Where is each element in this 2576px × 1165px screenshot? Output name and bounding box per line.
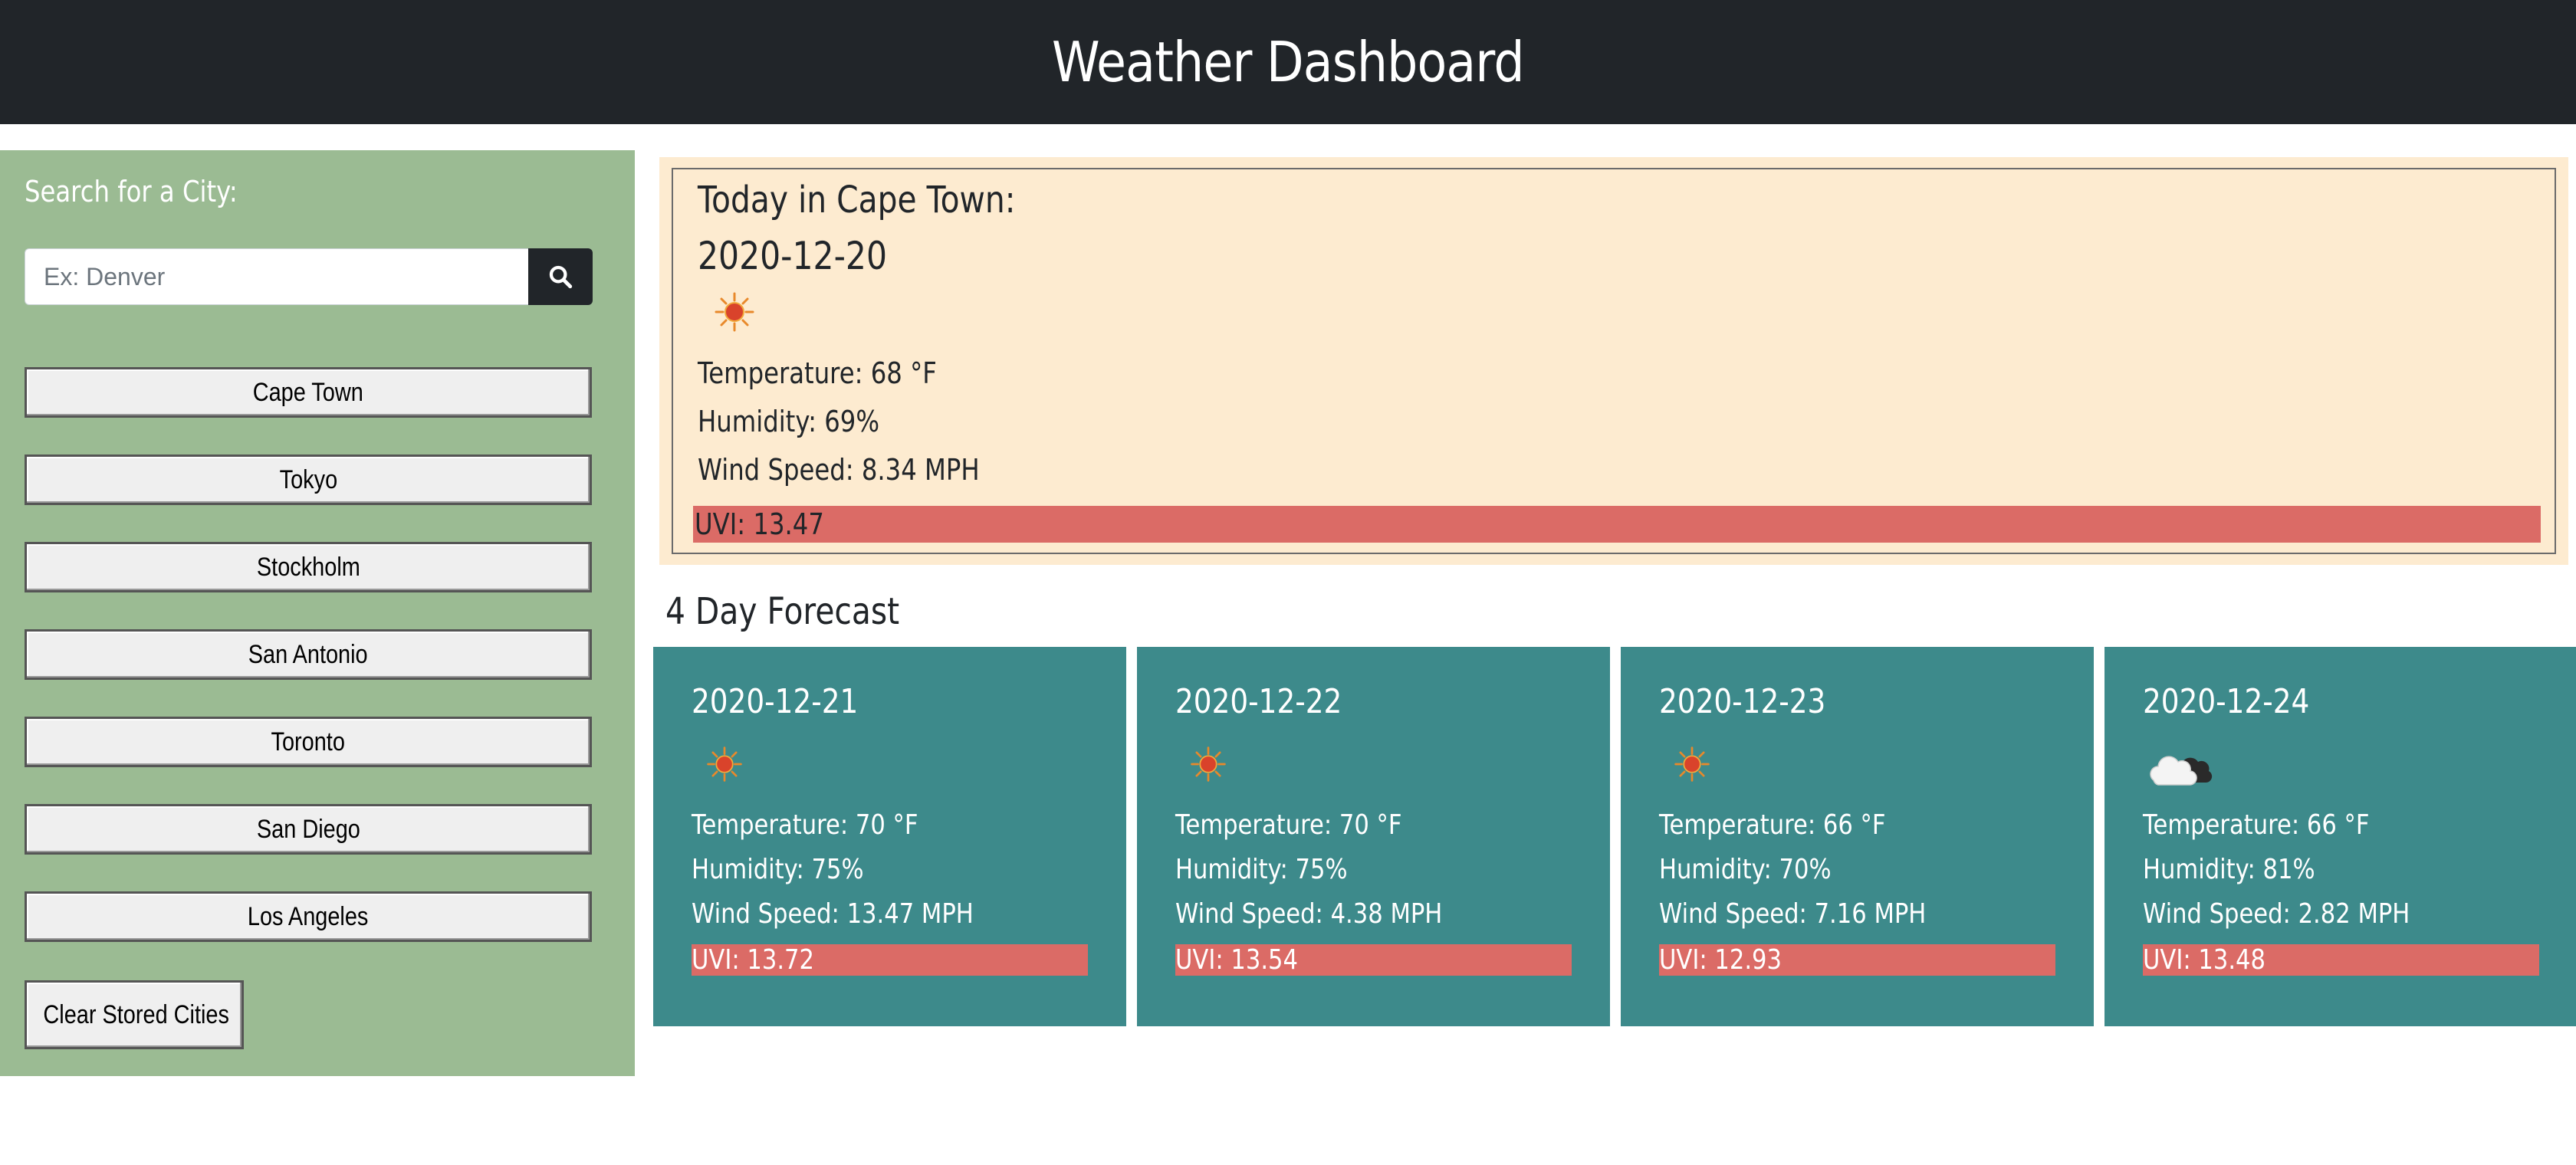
forecast-date: 2020-12-21 [692, 682, 859, 721]
today-temperature: Temperature: 68 °F [698, 356, 937, 390]
page-header: Weather Dashboard [0, 0, 2576, 124]
page-title: Weather Dashboard [1052, 30, 1525, 94]
forecast-date: 2020-12-22 [1175, 682, 1342, 721]
today-weather-panel: Today in Cape Town: 2020-12-20 Temperatu… [672, 168, 2556, 554]
forecast-temperature: Temperature: 66 °F [2143, 809, 2370, 841]
clear-cities-button[interactable]: Clear Stored Cities [25, 980, 244, 1049]
forecast-humidity: Humidity: 75% [692, 854, 864, 885]
city-button-label: San Antonio [248, 639, 368, 669]
sun-icon [715, 292, 754, 332]
sun-icon [707, 747, 742, 782]
today-date: 2020-12-20 [698, 234, 887, 278]
forecast-wind-speed: Wind Speed: 7.16 MPH [1659, 898, 1927, 930]
city-button-label: Stockholm [256, 552, 360, 582]
today-wind-speed: Wind Speed: 8.34 MPH [698, 453, 980, 487]
forecast-uvi-label: UVI: 13.48 [2143, 944, 2266, 976]
forecast-uvi-label: UVI: 13.54 [1175, 944, 1298, 976]
city-button-toronto[interactable]: Toronto [25, 717, 592, 767]
cloudy-night-icon [2150, 756, 2213, 786]
today-uvi-badge: UVI: 13.47 [693, 506, 2541, 543]
today-title: Today in Cape Town: [698, 179, 1016, 222]
forecast-card: 2020-12-23 Temperature: 66 °F Humidity: … [1621, 647, 2094, 1026]
forecast-card: 2020-12-22 Temperature: 70 °F Humidity: … [1137, 647, 1610, 1026]
city-button-label: San Diego [256, 814, 360, 844]
forecast-temperature: Temperature: 70 °F [692, 809, 918, 841]
city-button-label: Cape Town [252, 377, 364, 407]
city-button-los-angeles[interactable]: Los Angeles [25, 891, 592, 942]
city-button-label: Tokyo [279, 464, 337, 494]
forecast-temperature: Temperature: 66 °F [1659, 809, 1886, 841]
forecast-uvi-label: UVI: 12.93 [1659, 944, 1782, 976]
forecast-date: 2020-12-23 [1659, 682, 1826, 721]
forecast-wind-speed: Wind Speed: 2.82 MPH [2143, 898, 2410, 930]
clear-cities-label: Clear Stored Cities [43, 999, 229, 1029]
forecast-heading: 4 Day Forecast [665, 590, 900, 633]
search-button[interactable] [528, 248, 593, 305]
forecast-wind-speed: Wind Speed: 13.47 MPH [692, 898, 974, 930]
sun-icon [1191, 747, 1226, 782]
forecast-card: 2020-12-21 Temperature: 70 °F Humidity: … [653, 647, 1126, 1026]
search-label: Search for a City: [25, 175, 238, 208]
search-input[interactable] [25, 248, 529, 305]
city-button-label: Toronto [271, 727, 346, 756]
today-uvi-label: UVI: 13.47 [695, 507, 824, 541]
forecast-date: 2020-12-24 [2143, 682, 2310, 721]
city-button-san-antonio[interactable]: San Antonio [25, 629, 592, 680]
city-button-tokyo[interactable]: Tokyo [25, 455, 592, 505]
forecast-humidity: Humidity: 81% [2143, 854, 2315, 885]
forecast-uvi-badge: UVI: 12.93 [1659, 944, 2055, 976]
forecast-uvi-badge: UVI: 13.48 [2143, 944, 2539, 976]
forecast-uvi-badge: UVI: 13.54 [1175, 944, 1572, 976]
city-button-san-diego[interactable]: San Diego [25, 804, 592, 855]
search-icon [549, 265, 573, 289]
forecast-humidity: Humidity: 75% [1175, 854, 1348, 885]
forecast-uvi-label: UVI: 13.72 [692, 944, 814, 976]
forecast-uvi-badge: UVI: 13.72 [692, 944, 1088, 976]
sun-icon [1674, 747, 1710, 782]
city-history-list: Cape Town Tokyo Stockholm San Antonio To… [25, 367, 592, 979]
city-button-cape-town[interactable]: Cape Town [25, 367, 592, 418]
city-button-stockholm[interactable]: Stockholm [25, 542, 592, 592]
today-humidity: Humidity: 69% [698, 405, 880, 438]
city-button-label: Los Angeles [248, 901, 369, 931]
forecast-temperature: Temperature: 70 °F [1175, 809, 1402, 841]
forecast-card: 2020-12-24 Temperature: 66 °F Humidity: … [2104, 647, 2576, 1026]
today-weather-card: Today in Cape Town: 2020-12-20 Temperatu… [659, 157, 2568, 565]
forecast-wind-speed: Wind Speed: 4.38 MPH [1175, 898, 1443, 930]
forecast-humidity: Humidity: 70% [1659, 854, 1832, 885]
